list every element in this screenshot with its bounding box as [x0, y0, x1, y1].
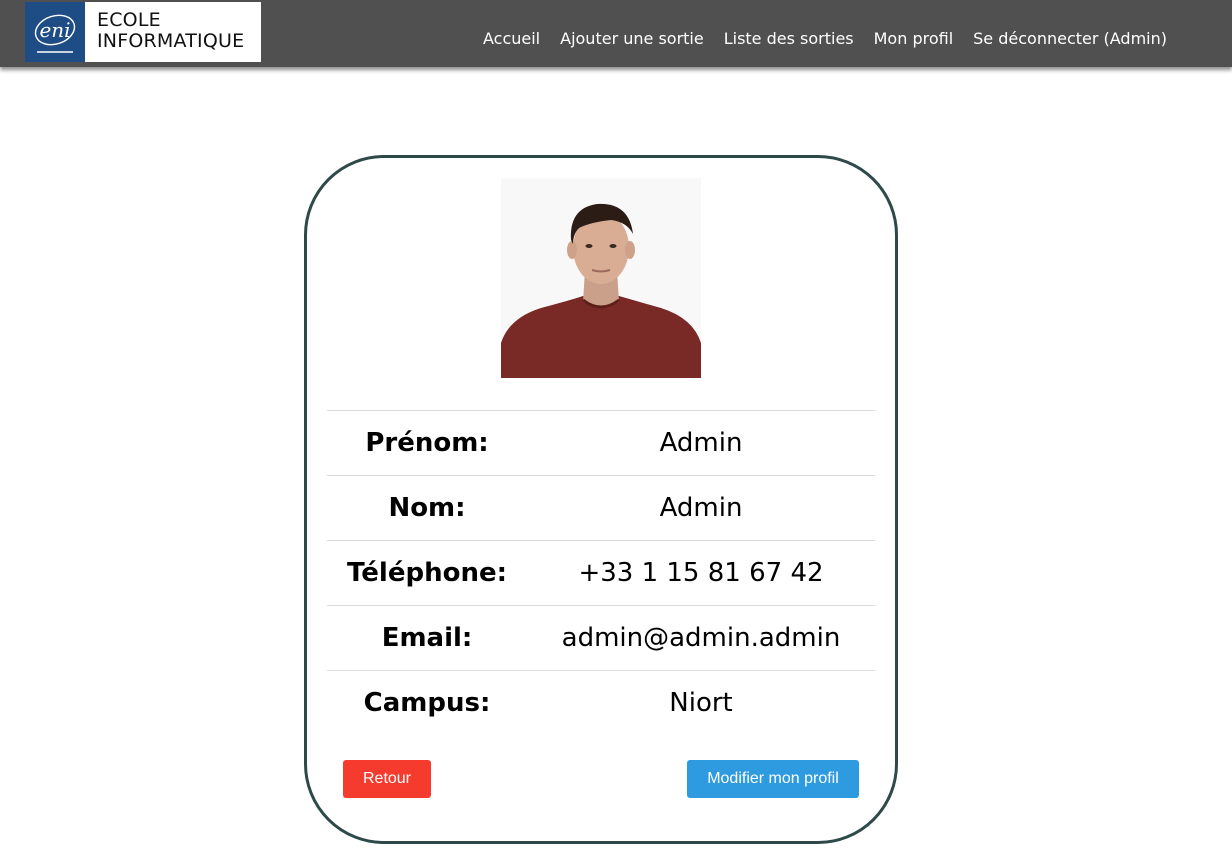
phone-value: +33 1 15 81 67 42 [578, 558, 824, 588]
lastname-value: Admin [659, 493, 743, 523]
nav-link-liste-sorties[interactable]: Liste des sorties [724, 29, 854, 48]
svg-text:eni: eni [39, 18, 70, 42]
campus-label: Campus: [363, 688, 491, 719]
table-row: Campus: Niort [327, 670, 875, 736]
brand-logo[interactable]: eni ECOLE INFORMATIQUE [25, 2, 261, 62]
table-row: Nom: Admin [327, 475, 875, 541]
nav-link-ajouter-sortie[interactable]: Ajouter une sortie [560, 29, 704, 48]
nav-link-mon-profil[interactable]: Mon profil [874, 29, 954, 48]
campus-value: Niort [669, 688, 733, 719]
table-row: Email: admin@admin.admin [327, 605, 875, 671]
brand-line-1: ECOLE [97, 9, 161, 31]
phone-label: Téléphone: [347, 558, 507, 588]
email-label: Email: [381, 623, 473, 653]
eni-logo-icon: eni [25, 2, 85, 62]
brand-line-2: INFORMATIQUE [97, 30, 245, 52]
main-nav: Accueil Ajouter une sortie Liste des sor… [483, 29, 1167, 48]
edit-profile-button[interactable]: Modifier mon profil [687, 760, 859, 798]
table-row: Prénom: Admin [327, 410, 875, 476]
nav-link-accueil[interactable]: Accueil [483, 29, 540, 48]
profile-card: Prénom: Admin Nom: Admin Téléphone: +33 … [304, 155, 898, 844]
brand-name: ECOLE INFORMATIQUE [85, 2, 244, 62]
navbar: eni ECOLE INFORMATIQUE Accueil Ajouter u… [0, 0, 1232, 67]
profile-info-table: Prénom: Admin Nom: Admin Téléphone: +33 … [327, 410, 875, 736]
lastname-label: Nom: [388, 493, 466, 523]
email-value: admin@admin.admin [561, 623, 841, 653]
back-button[interactable]: Retour [343, 760, 431, 798]
firstname-value: Admin [659, 428, 743, 458]
nav-link-logout[interactable]: Se déconnecter (Admin) [973, 29, 1167, 48]
firstname-label: Prénom: [365, 428, 489, 458]
profile-photo [501, 178, 701, 378]
table-row: Téléphone: +33 1 15 81 67 42 [327, 540, 875, 606]
